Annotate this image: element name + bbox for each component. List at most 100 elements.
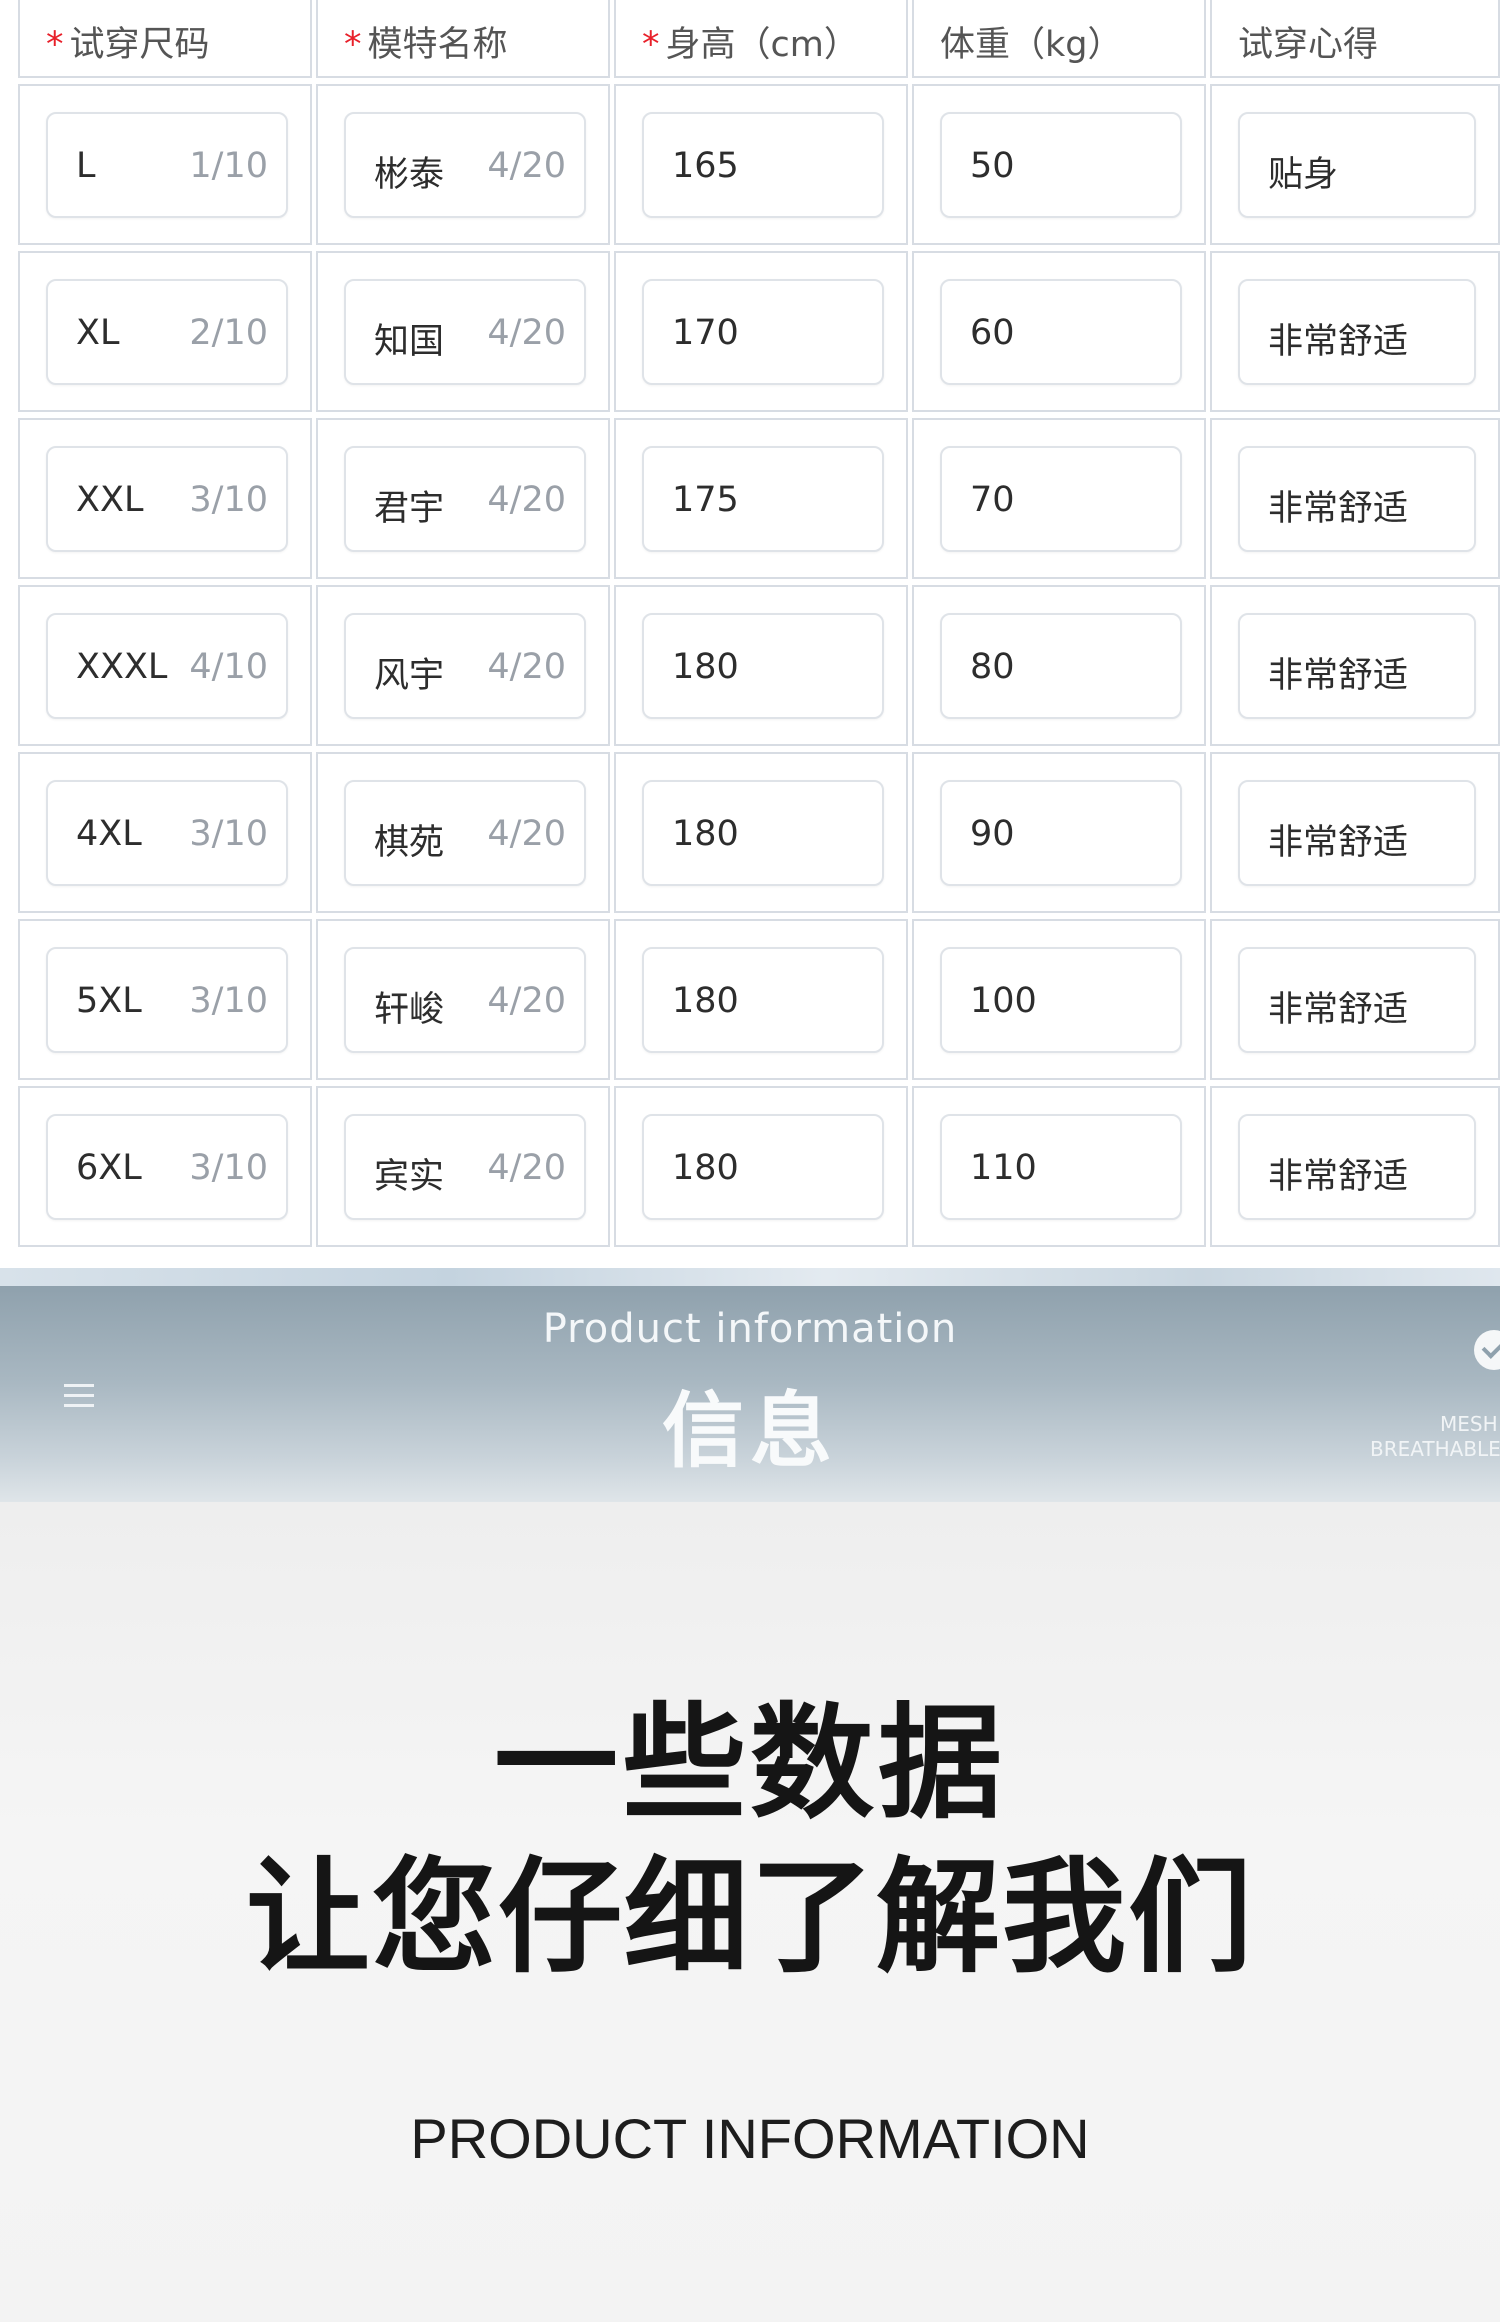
cell-model: 宾实 4/20 [316,1086,610,1247]
height-value: 180 [672,1148,739,1188]
size-input[interactable]: 6XL 3/10 [46,1114,288,1220]
weight-value: 110 [970,1148,1037,1188]
cell-weight: 50 [912,84,1206,245]
model-char-count: 4/20 [487,480,566,520]
table-header-row: * 试穿尺码 * 模特名称 * 身高（cm） 体重（kg） 试穿心得 [18,0,1500,78]
weight-value: 80 [970,647,1015,687]
model-fitting-table: * 试穿尺码 * 模特名称 * 身高（cm） 体重（kg） 试穿心得 L 1/10 彬… [18,0,1500,1247]
table-row: 6XL 3/10 宾实 4/20 180 110 非常舒适 [18,1080,1500,1247]
table-row: XXL 3/10 君宇 4/20 175 70 非常舒适 [18,412,1500,579]
size-value: 4XL [76,814,142,854]
weight-input[interactable]: 80 [940,613,1182,719]
cell-size: 5XL 3/10 [18,919,312,1080]
cell-feedback: 非常舒适 [1210,585,1500,746]
size-char-count: 3/10 [189,814,268,854]
cell-height: 165 [614,84,908,245]
feedback-input[interactable]: 非常舒适 [1238,780,1476,886]
height-input[interactable]: 180 [642,613,884,719]
column-header-height: * 身高（cm） [614,0,908,78]
column-label: 身高（cm） [665,25,859,65]
table-row: L 1/10 彬泰 4/20 165 50 贴身 [18,78,1500,245]
size-input[interactable]: XXL 3/10 [46,446,288,552]
feedback-value: 非常舒适 [1268,322,1409,362]
column-header-size: * 试穿尺码 [18,0,312,78]
cell-weight: 80 [912,585,1206,746]
cell-size: XL 2/10 [18,251,312,412]
feedback-value: 贴身 [1268,155,1339,195]
feature-tag-mesh: MESH [1440,1412,1498,1436]
size-input[interactable]: XXXL 4/10 [46,613,288,719]
height-value: 175 [672,480,739,520]
weight-value: 90 [970,814,1015,854]
model-char-count: 4/20 [487,981,566,1021]
height-input[interactable]: 175 [642,446,884,552]
model-name-input[interactable]: 彬泰 4/20 [344,112,586,218]
height-value: 165 [672,146,739,186]
model-name-input[interactable]: 轩峻 4/20 [344,947,586,1053]
size-value: XL [76,313,120,353]
height-input[interactable]: 180 [642,780,884,886]
feedback-input[interactable]: 非常舒适 [1238,279,1476,385]
cell-height: 180 [614,752,908,913]
height-input[interactable]: 170 [642,279,884,385]
cell-model: 风宇 4/20 [316,585,610,746]
size-input[interactable]: 4XL 3/10 [46,780,288,886]
model-name-input[interactable]: 知国 4/20 [344,279,586,385]
height-input[interactable]: 180 [642,1114,884,1220]
feedback-value: 非常舒适 [1268,990,1409,1030]
size-char-count: 3/10 [189,1148,268,1188]
weight-input[interactable]: 60 [940,279,1182,385]
height-input[interactable]: 165 [642,112,884,218]
weight-input[interactable]: 50 [940,112,1182,218]
feedback-input[interactable]: 非常舒适 [1238,446,1476,552]
cell-feedback: 非常舒适 [1210,1086,1500,1247]
model-name-input[interactable]: 棋苑 4/20 [344,780,586,886]
size-char-count: 3/10 [189,981,268,1021]
column-label: 试穿尺码 [69,25,210,65]
size-value: L [76,146,96,186]
feedback-value: 非常舒适 [1268,656,1409,696]
size-value: XXXL [76,647,168,687]
cell-feedback: 贴身 [1210,84,1500,245]
banner-subtitle: Product information [542,1306,958,1352]
cell-size: XXL 3/10 [18,418,312,579]
feedback-input[interactable]: 非常舒适 [1238,947,1476,1053]
column-header-weight: 体重（kg） [912,0,1206,78]
weight-input[interactable]: 90 [940,780,1182,886]
weight-input[interactable]: 70 [940,446,1182,552]
feature-tag-breathable: BREATHABLE [1370,1437,1500,1461]
feedback-input[interactable]: 非常舒适 [1238,613,1476,719]
size-input[interactable]: 5XL 3/10 [46,947,288,1053]
size-input[interactable]: XL 2/10 [46,279,288,385]
height-value: 180 [672,981,739,1021]
model-name-value: 彬泰 [374,155,445,195]
height-value: 170 [672,313,739,353]
size-char-count: 1/10 [189,146,268,186]
size-input[interactable]: L 1/10 [46,112,288,218]
product-info-section: 一些数据 让您仔细了解我们 PRODUCT INFORMATION [0,1502,1500,2322]
model-char-count: 4/20 [487,1148,566,1188]
table-row: XXXL 4/10 风宇 4/20 180 80 非常舒适 [18,579,1500,746]
required-mark: * [344,25,362,65]
cell-weight: 100 [912,919,1206,1080]
height-input[interactable]: 180 [642,947,884,1053]
model-char-count: 4/20 [487,313,566,353]
weight-value: 70 [970,480,1015,520]
cell-feedback: 非常舒适 [1210,752,1500,913]
feedback-input[interactable]: 贴身 [1238,112,1476,218]
table-row: 5XL 3/10 轩峻 4/20 180 100 非常舒适 [18,913,1500,1080]
model-name-input[interactable]: 风宇 4/20 [344,613,586,719]
column-header-model: * 模特名称 [316,0,610,78]
model-name-input[interactable]: 宾实 4/20 [344,1114,586,1220]
model-name-input[interactable]: 君宇 4/20 [344,446,586,552]
model-name-value: 君宇 [374,489,445,529]
size-value: 5XL [76,981,142,1021]
weight-input[interactable]: 110 [940,1114,1182,1220]
weight-input[interactable]: 100 [940,947,1182,1053]
cell-weight: 110 [912,1086,1206,1247]
cell-height: 175 [614,418,908,579]
feedback-input[interactable]: 非常舒适 [1238,1114,1476,1220]
table-row: 4XL 3/10 棋苑 4/20 180 90 非常舒适 [18,746,1500,913]
cell-height: 170 [614,251,908,412]
model-name-value: 风宇 [374,656,445,696]
